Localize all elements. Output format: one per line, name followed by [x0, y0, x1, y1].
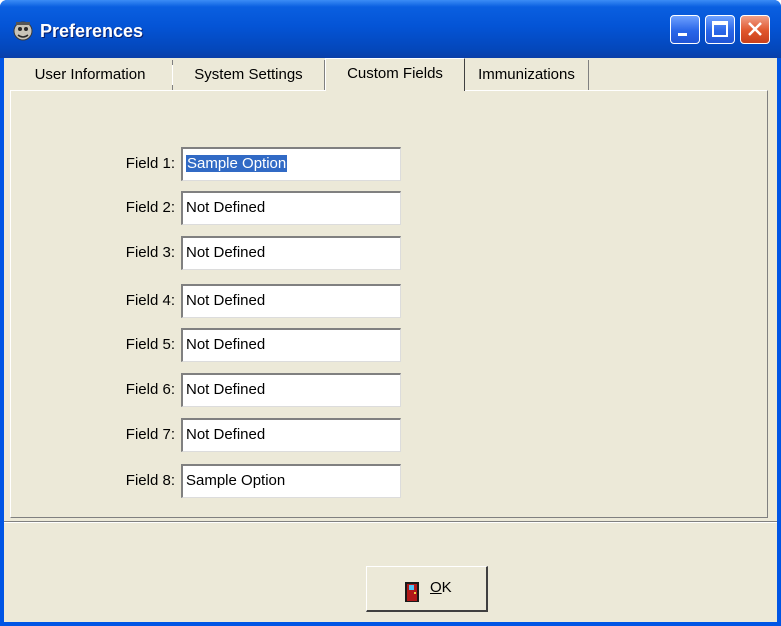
close-button[interactable]: [740, 15, 770, 44]
field-3-input[interactable]: Not Defined: [181, 236, 401, 270]
tab-label: User Information: [34, 66, 146, 83]
ok-button-label: OK: [430, 579, 452, 596]
field-row-7: Field 7: Not Defined: [11, 418, 411, 452]
tab-label: Immunizations: [478, 66, 575, 83]
footer-divider: [4, 521, 777, 523]
app-icon: [13, 21, 33, 41]
field-value: Sample Option: [186, 155, 288, 172]
tab-user-information[interactable]: User Information: [8, 60, 173, 90]
tab-system-settings[interactable]: System Settings: [172, 60, 325, 90]
field-label: Field 3:: [125, 244, 175, 261]
field-label: Field 8:: [125, 472, 175, 489]
close-icon: [748, 22, 762, 36]
field-2-input[interactable]: Not Defined: [181, 191, 401, 225]
field-6-input[interactable]: Not Defined: [181, 373, 401, 407]
field-label: Field 2:: [125, 199, 175, 216]
field-row-5: Field 5: Not Defined: [11, 328, 411, 362]
field-7-input[interactable]: Not Defined: [181, 418, 401, 452]
field-row-2: Field 2: Not Defined: [11, 191, 411, 225]
field-label: Field 5:: [125, 336, 175, 353]
minimize-icon: [678, 33, 687, 36]
tab-custom-fields[interactable]: Custom Fields: [325, 58, 465, 91]
field-4-input[interactable]: Not Defined: [181, 284, 401, 318]
field-label: Field 4:: [125, 292, 175, 309]
ok-button[interactable]: OK: [366, 566, 488, 612]
door-icon: [405, 582, 419, 602]
tab-strip: User Information System Settings Custom …: [8, 58, 773, 91]
field-row-1: Field 1: Sample Option: [11, 147, 411, 181]
field-row-8: Field 8: Sample Option: [11, 464, 411, 498]
tab-label: Custom Fields: [347, 65, 443, 82]
tab-label: System Settings: [194, 66, 303, 83]
custom-fields-panel: Field 1: Sample Option Field 2: Not Defi…: [10, 90, 768, 518]
field-label: Field 7:: [125, 426, 175, 443]
maximize-icon: [712, 21, 728, 37]
title-bar[interactable]: Preferences: [0, 0, 781, 58]
dialog-client-area: User Information System Settings Custom …: [4, 58, 777, 622]
window-title: Preferences: [40, 21, 144, 41]
minimize-button[interactable]: [670, 15, 700, 44]
field-row-6: Field 6: Not Defined: [11, 373, 411, 407]
field-row-4: Field 4: Not Defined: [11, 284, 411, 318]
tab-immunizations[interactable]: Immunizations: [464, 60, 589, 90]
maximize-button[interactable]: [705, 15, 735, 44]
field-label: Field 1:: [125, 155, 175, 172]
field-1-input[interactable]: Sample Option: [181, 147, 401, 181]
preferences-window: Preferences User Information System Sett…: [0, 0, 781, 626]
field-row-3: Field 3: Not Defined: [11, 236, 411, 270]
field-label: Field 6:: [125, 381, 175, 398]
field-5-input[interactable]: Not Defined: [181, 328, 401, 362]
field-8-input[interactable]: Sample Option: [181, 464, 401, 498]
